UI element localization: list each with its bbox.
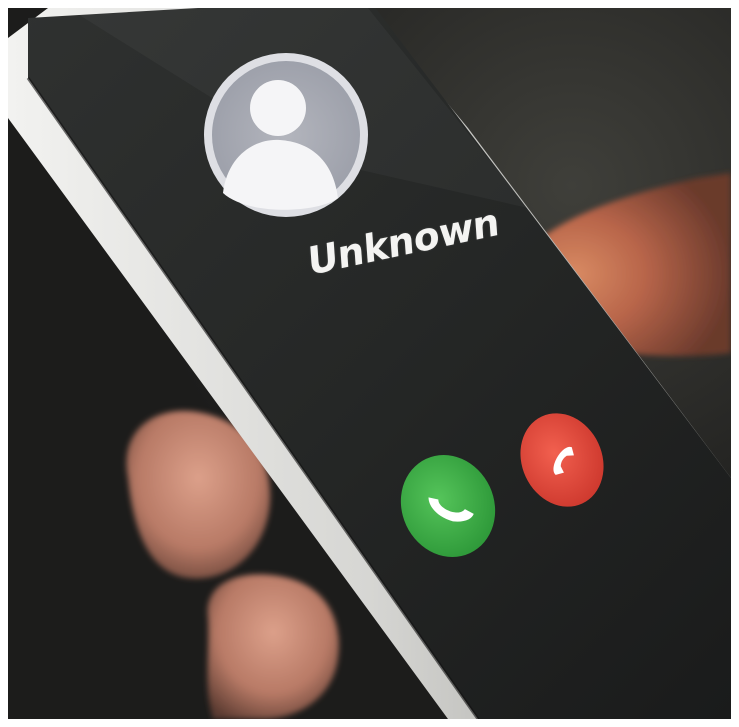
photo-frame: Unknown (8, 8, 731, 719)
avatar (204, 53, 368, 217)
smartphone-photo (8, 8, 731, 719)
